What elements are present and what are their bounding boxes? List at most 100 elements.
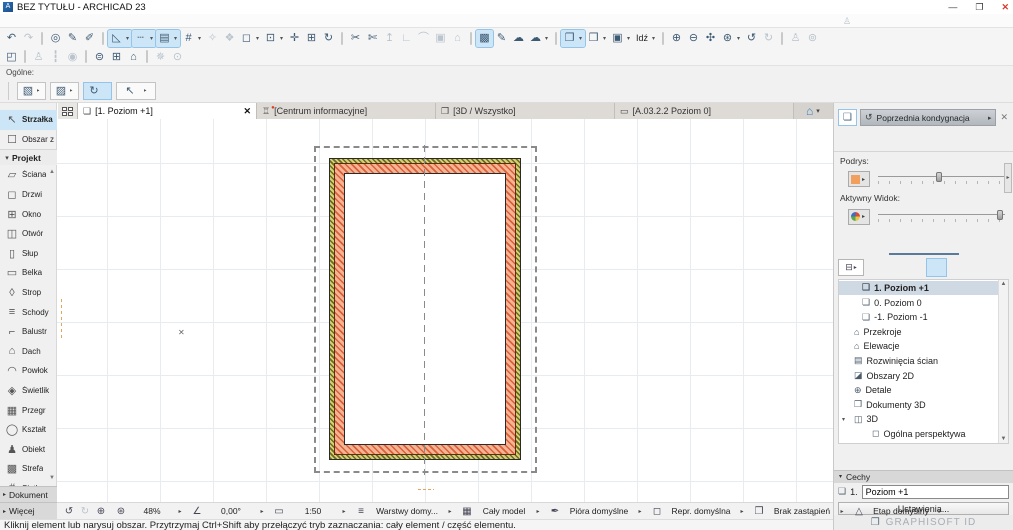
marquee-frame-icon[interactable]: ◻ ▾ — [238, 30, 262, 47]
tool-swietlik[interactable]: ◈ Świetlik — [0, 381, 57, 401]
tab-a0322-poziom-0[interactable]: ▭ [A.03.2.2 Poziom 0] — [615, 103, 794, 119]
grid-snap-icon[interactable]: # ▾ — [180, 30, 204, 47]
gravity-icon[interactable]: ✧ — [204, 30, 221, 47]
adjust-icon[interactable]: ↥ — [381, 30, 398, 47]
tab-centrum-informacyjne[interactable]: ♖ ● [Centrum informacyjne] — [257, 103, 436, 119]
tree-item-elewacje[interactable]: ⌂ Elewacje — [839, 339, 998, 354]
renovation-value[interactable]: Etap domyślny ▸ — [867, 504, 945, 519]
view-back-icon[interactable]: ↺ — [61, 504, 77, 519]
zoom-out-icon[interactable]: ⊖ — [685, 30, 702, 47]
tool-ksztalt[interactable]: ◯ Kształt — [0, 420, 57, 440]
tree-item-story-plus-1[interactable]: ❏ 1. Poziom +1 — [839, 280, 998, 296]
trace-toggle-button[interactable]: ❏ — [838, 109, 857, 126]
fit-view-icon[interactable]: ⊛ — [113, 504, 129, 519]
slider-thumb[interactable] — [935, 172, 942, 183]
publisher-icon[interactable] — [990, 259, 1009, 276]
tool-obszar[interactable]: ☐ Obszar z — [0, 130, 57, 150]
wall-rectangle[interactable] — [329, 158, 521, 460]
zoom-level-value[interactable]: 48% ▸ — [129, 504, 185, 519]
tree-item-story-0[interactable]: ❏ 0. Poziom 0 — [839, 295, 998, 310]
rotate-icon[interactable]: ↻ — [320, 30, 337, 47]
tool-powloka[interactable]: ◠ Powłok — [0, 361, 57, 381]
lock-guides-icon[interactable]: ⊞ — [108, 48, 125, 65]
toolbox-scroll-down-icon[interactable]: ▼ — [49, 475, 55, 481]
tab-poziom-plus-1[interactable]: ❏ [1. Poziom +1] ✕ — [78, 103, 257, 119]
tool-okno[interactable]: ⊞ Okno — [0, 204, 57, 224]
section-wiecej[interactable]: ▸ Więcej — [0, 502, 57, 519]
orbit-icon[interactable]: ⊚ — [804, 30, 821, 47]
close-button[interactable]: ✕ — [1001, 2, 1009, 13]
user-profile-icon[interactable]: ◉ — [64, 48, 81, 65]
orientation-value[interactable]: 0,00° ▸ — [205, 504, 267, 519]
guide-lines-icon[interactable]: ◺ ▾ — [107, 28, 133, 48]
palettes-window-icon[interactable]: ❐ ▾ — [560, 28, 586, 48]
zoom-increase-icon[interactable]: ⊕ — [93, 504, 109, 519]
undo-icon[interactable]: ↶ — [3, 30, 20, 47]
tool-otwor[interactable]: ◫ Otwór — [0, 224, 57, 244]
tool-dach[interactable]: ⌂ Dach — [0, 342, 57, 362]
redo-icon[interactable]: ↷ — [20, 30, 37, 47]
layers-value[interactable]: Warstwy domy... ▸ — [369, 504, 455, 519]
previous-view-icon[interactable]: ↺ — [743, 30, 760, 47]
slider-thumb[interactable] — [996, 209, 1003, 220]
fillet-icon[interactable]: ⌒ — [415, 30, 432, 47]
overrides-icon[interactable]: ❐ — [751, 504, 767, 519]
model-view-icon[interactable]: ▦ — [459, 504, 475, 519]
home-view-button[interactable]: ⌂ ▾ — [802, 103, 824, 119]
tree-item-przekroje[interactable]: ⌂ Przekroje — [839, 324, 998, 339]
walk-icon[interactable]: ♙ — [787, 30, 804, 47]
active-view-color-button[interactable]: ▸ — [848, 208, 870, 225]
tree-item-dokumenty-3d[interactable]: ❒ Dokumenty 3D — [839, 397, 998, 412]
pane-splitter[interactable] — [888, 252, 959, 255]
quad-view-button[interactable] — [58, 103, 78, 119]
scale-icon[interactable]: ▭ — [271, 504, 287, 519]
zoom-in-icon[interactable]: ⊕ — [668, 30, 685, 47]
view-map-icon[interactable] — [948, 259, 967, 276]
section-projekt[interactable]: ▾ Projekt — [0, 149, 57, 166]
reference-dropdown[interactable]: ↺ Poprzednia kondygnacja ▸ — [860, 109, 997, 126]
tree-item-rozwiniecia[interactable]: ▤ Rozwinięcia ścian — [839, 354, 998, 369]
stretch-icon[interactable]: ▣ — [432, 30, 449, 47]
tool-strop[interactable]: ◊ Strop — [0, 283, 57, 303]
dimension-icon[interactable]: ⊞ — [303, 30, 320, 47]
layout-book-icon[interactable] — [969, 259, 988, 276]
tool-drzwi[interactable]: ◻ Drzwi — [0, 185, 57, 205]
favorites-icon[interactable]: ✵ — [152, 48, 169, 65]
transfer-parameters-icon[interactable]: ✐ — [81, 30, 98, 47]
cloud-sync-icon[interactable]: ☁ ▾ — [527, 30, 551, 47]
tree-item-obszary-2d[interactable]: ◪ Obszary 2D — [839, 368, 998, 383]
split-icon[interactable]: ✄ — [364, 30, 381, 47]
arrow-select-icon[interactable]: ◰ — [3, 48, 20, 65]
tool-przegroda[interactable]: ▦ Przegr — [0, 400, 57, 420]
project-chooser-button[interactable]: ⊟ ▸ — [838, 258, 864, 276]
cloud-home-icon[interactable]: ☁ — [510, 30, 527, 47]
view-forward-icon[interactable]: ↻ — [77, 504, 93, 519]
pens-icon[interactable]: ✒ — [547, 504, 563, 519]
drag-icon[interactable]: ✛ — [286, 30, 303, 47]
tree-item-ogolna-perspektywa[interactable]: ◻ Ogólna perspektywa — [839, 427, 998, 442]
suspend-groups-icon[interactable]: ⊡ ▾ — [262, 30, 286, 47]
scale-value[interactable]: 1:50 ▸ — [287, 504, 349, 519]
pens-value[interactable]: Pióra domyślne ▸ — [563, 504, 645, 519]
tool-balustrada[interactable]: ⌐ Balustr — [0, 322, 57, 342]
active-view-opacity-slider[interactable] — [878, 209, 1005, 224]
representation-value[interactable]: Repr. domyślna ▸ — [665, 504, 747, 519]
polygon-edit-icon[interactable]: ⌂ — [449, 30, 466, 47]
microphone-icon[interactable]: ┇ — [47, 48, 64, 65]
trim-icon[interactable]: ✂ — [347, 30, 364, 47]
tool-strzalka[interactable]: ↖ Strzałka — [0, 110, 57, 130]
tool-slup[interactable]: ▯ Słup — [0, 244, 57, 264]
walk-mode-icon[interactable]: ♙ — [30, 48, 47, 65]
model-view-value[interactable]: Cały model ▸ — [475, 504, 543, 519]
preview-window-icon[interactable]: ▣ ▾ — [609, 30, 633, 47]
organizer-window-icon[interactable]: ❒ ▾ — [585, 30, 609, 47]
tree-item-detale[interactable]: ⊕ Detale — [839, 383, 998, 398]
expander-icon[interactable]: ▾ — [839, 416, 848, 423]
maximize-button[interactable]: ❐ — [975, 2, 983, 13]
fit-in-window-icon[interactable]: ⊛ ▾ — [719, 30, 743, 47]
pan-icon[interactable]: ✣ — [702, 30, 719, 47]
virtual-trace-icon[interactable]: ⊜ — [91, 48, 108, 65]
section-dokument[interactable]: ▸ Dokument — [0, 486, 57, 502]
editing-plane-icon[interactable]: ❖ — [221, 30, 238, 47]
arrow-default-button[interactable]: ↖ ‣ — [116, 81, 156, 100]
